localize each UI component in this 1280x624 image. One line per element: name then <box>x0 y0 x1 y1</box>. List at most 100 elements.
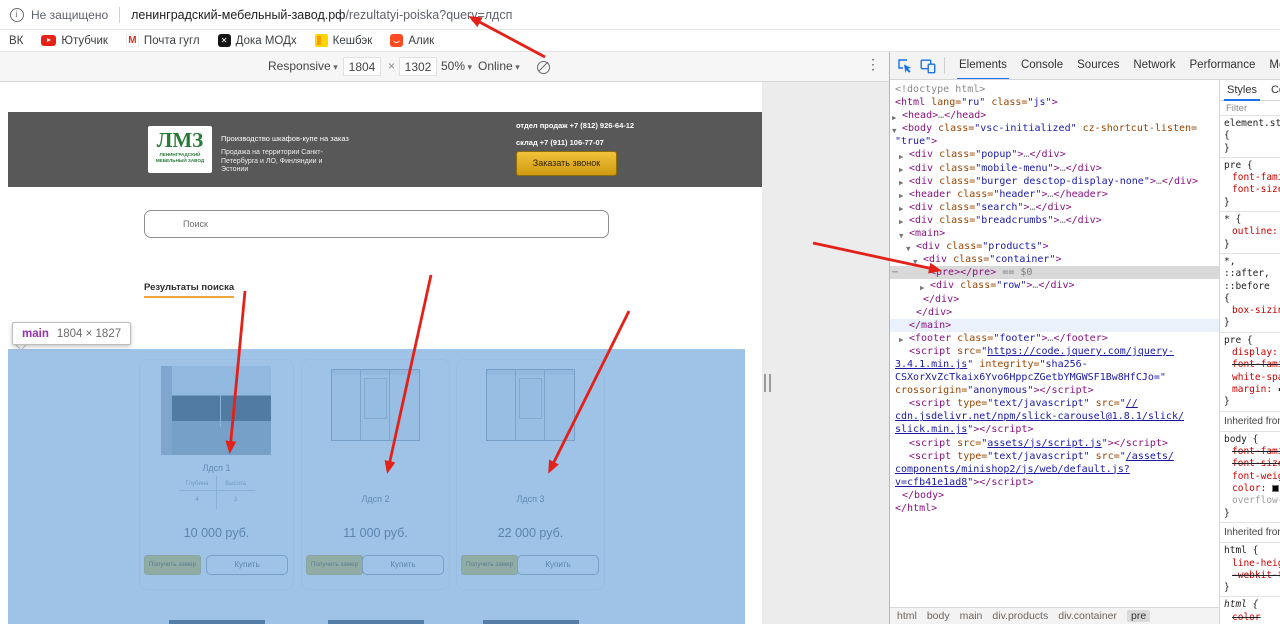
style-rule[interactable]: pre {display: blfont-familywhite-space: … <box>1220 333 1280 412</box>
tree-row[interactable]: "true"> <box>890 135 1219 148</box>
style-rule[interactable]: html {color} <box>1220 597 1280 624</box>
zoom-select[interactable]: 50% <box>441 59 472 73</box>
tree-row[interactable]: ▼ <main> <box>890 227 1219 240</box>
tab-console[interactable]: Console <box>1014 52 1070 79</box>
tree-row[interactable]: </div> <box>890 306 1219 319</box>
bookmark-doka[interactable]: Дока МОДх <box>217 34 297 47</box>
site-logo[interactable]: ЛМЗ ЛЕНИНГРАДСКИЙ МЕБЕЛЬНЫЙ ЗАВОД <box>148 126 212 173</box>
tree-row[interactable]: cdn.jsdelivr.net/npm/slick-carousel@1.8.… <box>890 410 1219 423</box>
tab-styles[interactable]: Styles <box>1220 80 1264 101</box>
site-search-input[interactable] <box>144 210 609 238</box>
phone-sales[interactable]: отдел продаж +7 (812) 926-64-12 <box>516 121 634 130</box>
tab-elements[interactable]: Elements <box>952 52 1014 79</box>
tree-row[interactable]: slick.min.js"></script> <box>890 423 1219 436</box>
tab-computed[interactable]: Computed <box>1264 80 1280 101</box>
tree-row[interactable]: ▶ <div class="search">…</div> <box>890 201 1219 214</box>
tree-row[interactable]: ▼ <div class="products"> <box>890 240 1219 253</box>
style-property[interactable]: white-space: <box>1224 372 1280 384</box>
tab-performance[interactable]: Performance <box>1183 52 1263 79</box>
breadcrumb-item[interactable]: div.products <box>992 610 1048 622</box>
tree-row[interactable]: <script type="text/javascript" src="// <box>890 397 1219 410</box>
viewport-width-input[interactable] <box>343 57 381 76</box>
order-call-button[interactable]: Заказать звонок <box>516 151 617 176</box>
style-property[interactable]: color <box>1224 612 1280 624</box>
bookmark-ali[interactable]: Алик <box>390 34 434 47</box>
style-property[interactable]: -webkit-text <box>1224 570 1280 582</box>
style-property[interactable]: font-family <box>1224 446 1280 458</box>
style-property[interactable]: font-family <box>1224 359 1280 371</box>
tree-row[interactable]: crossorigin="anonymous"></script> <box>890 384 1219 397</box>
style-rule[interactable]: *, ::after, ::before {box-sizing: } <box>1220 254 1280 333</box>
phone-warehouse[interactable]: склад +7 (911) 106-77-07 <box>516 138 604 147</box>
tree-row[interactable]: ▶ <div class="row">…</div> <box>890 279 1219 292</box>
tree-row[interactable]: 3.4.1.min.js" integrity="sha256- <box>890 358 1219 371</box>
style-property[interactable]: font-family: <box>1224 172 1280 184</box>
breadcrumb-item[interactable]: body <box>927 610 950 622</box>
breadcrumb-item[interactable]: html <box>897 610 917 622</box>
style-property[interactable]: color: <box>1224 483 1280 495</box>
tree-row[interactable]: </main> <box>890 318 1219 332</box>
style-rule[interactable]: element.style {} <box>1220 116 1280 158</box>
tree-row[interactable]: ▶ <footer class="footer">…</footer> <box>890 332 1219 345</box>
tree-row[interactable]: ▼ <body class="vsc-initialized" cz-shortc… <box>890 122 1219 135</box>
tree-row[interactable]: components/minishop2/js/web/default.js? <box>890 463 1219 476</box>
tree-row[interactable]: CSXorXvZcTkaix6Yvo6HppcZGetbYMGWSF1Bw8Hf… <box>890 371 1219 384</box>
bookmark-vk[interactable]: ВК <box>9 35 23 47</box>
tree-row[interactable]: <!doctype html> <box>890 83 1219 96</box>
page-viewport: ЛМЗ ЛЕНИНГРАДСКИЙ МЕБЕЛЬНЫЙ ЗАВОД Произв… <box>0 82 762 624</box>
device-mode-select[interactable]: Responsive <box>268 59 338 73</box>
tree-row[interactable]: ▶ <div class="burger desctop-display-none… <box>890 175 1219 188</box>
style-property[interactable]: box-sizing: <box>1224 305 1280 317</box>
color-swatch[interactable] <box>1272 485 1280 493</box>
tree-row[interactable]: <script type="text/javascript" src="/ass… <box>890 450 1219 463</box>
site-info-icon[interactable] <box>10 7 24 22</box>
tree-row[interactable]: ⋯ <pre></pre> == $0 <box>890 266 1219 280</box>
viewport-height-input[interactable] <box>399 57 437 76</box>
tab-memory[interactable]: Memory <box>1262 52 1280 79</box>
breadcrumb-item[interactable]: main <box>960 610 983 622</box>
inspect-element-icon[interactable] <box>897 58 913 74</box>
network-throttle-select[interactable]: Online <box>478 59 520 73</box>
breadcrumb-item[interactable]: div.container <box>1058 610 1117 622</box>
tree-row[interactable]: ▶ <div class="mobile-menu">…</div> <box>890 162 1219 175</box>
tree-row[interactable]: ▶ <div class="popup">…</div> <box>890 148 1219 161</box>
styles-filter-input[interactable]: Filter <box>1220 101 1280 116</box>
aliexpress-icon <box>390 34 404 47</box>
style-property[interactable]: overflow-x <box>1224 495 1280 507</box>
device-toolbar-icon[interactable] <box>920 58 936 74</box>
tree-row[interactable]: ▶ <head>…</head> <box>890 109 1219 122</box>
tree-row[interactable]: ▶ <header class="header">…</header> <box>890 188 1219 201</box>
tree-row[interactable]: </html> <box>890 502 1219 515</box>
style-property[interactable]: margin: ▸ 1 <box>1224 384 1280 396</box>
style-rule[interactable]: * {outline: ▸} <box>1220 212 1280 254</box>
tab-network[interactable]: Network <box>1126 52 1182 79</box>
url-bar[interactable]: Не защищено ленинградский-мебельный-заво… <box>0 0 1280 30</box>
tree-row[interactable]: <script src="assets/js/script.js"></scri… <box>890 437 1219 450</box>
style-property[interactable]: font-size: <box>1224 184 1280 196</box>
tree-row[interactable]: <html lang="ru" class="js"> <box>890 96 1219 109</box>
bookmark-gmail[interactable]: Почта гугл <box>125 34 200 47</box>
device-toolbar-menu[interactable]: ⋮ <box>866 56 880 73</box>
browser-window: Не защищено ленинградский-мебельный-заво… <box>0 0 1280 624</box>
style-property[interactable]: font-size <box>1224 458 1280 470</box>
tree-row[interactable]: </body> <box>890 489 1219 502</box>
style-rule[interactable]: pre {font-family: font-size: } <box>1220 158 1280 213</box>
address-url[interactable]: ленинградский-мебельный-завод.рф/rezulta… <box>131 8 512 22</box>
style-property[interactable]: display: bl <box>1224 347 1280 359</box>
style-property[interactable]: outline: ▸ <box>1224 226 1280 238</box>
viewport-resize-handle[interactable] <box>764 374 771 392</box>
tab-sources[interactable]: Sources <box>1070 52 1126 79</box>
style-rule[interactable]: html {line-height: -webkit-text} <box>1220 543 1280 598</box>
tree-row[interactable]: v=cfb41e1ad8"></script> <box>890 476 1219 489</box>
device-toolbar: Responsive × 50% Online ⋮ <box>0 52 889 82</box>
style-rule[interactable]: body {font-familyfont-sizefont-weight: c… <box>1220 432 1280 523</box>
tree-row[interactable]: <script src="https://code.jquery.com/jqu… <box>890 345 1219 358</box>
bookmark-cashback[interactable]: Кешбэк <box>314 34 372 47</box>
tree-row[interactable]: ▶ <div class="breadcrumbs">…</div> <box>890 214 1219 227</box>
tree-row[interactable]: ▼ <div class="container"> <box>890 253 1219 266</box>
style-property[interactable]: line-height: <box>1224 558 1280 570</box>
style-property[interactable]: font-weight: <box>1224 471 1280 483</box>
tree-row[interactable]: </div> <box>890 293 1219 306</box>
breadcrumb-item[interactable]: pre <box>1127 610 1151 622</box>
bookmark-youtube[interactable]: Ютубчик <box>41 35 108 47</box>
